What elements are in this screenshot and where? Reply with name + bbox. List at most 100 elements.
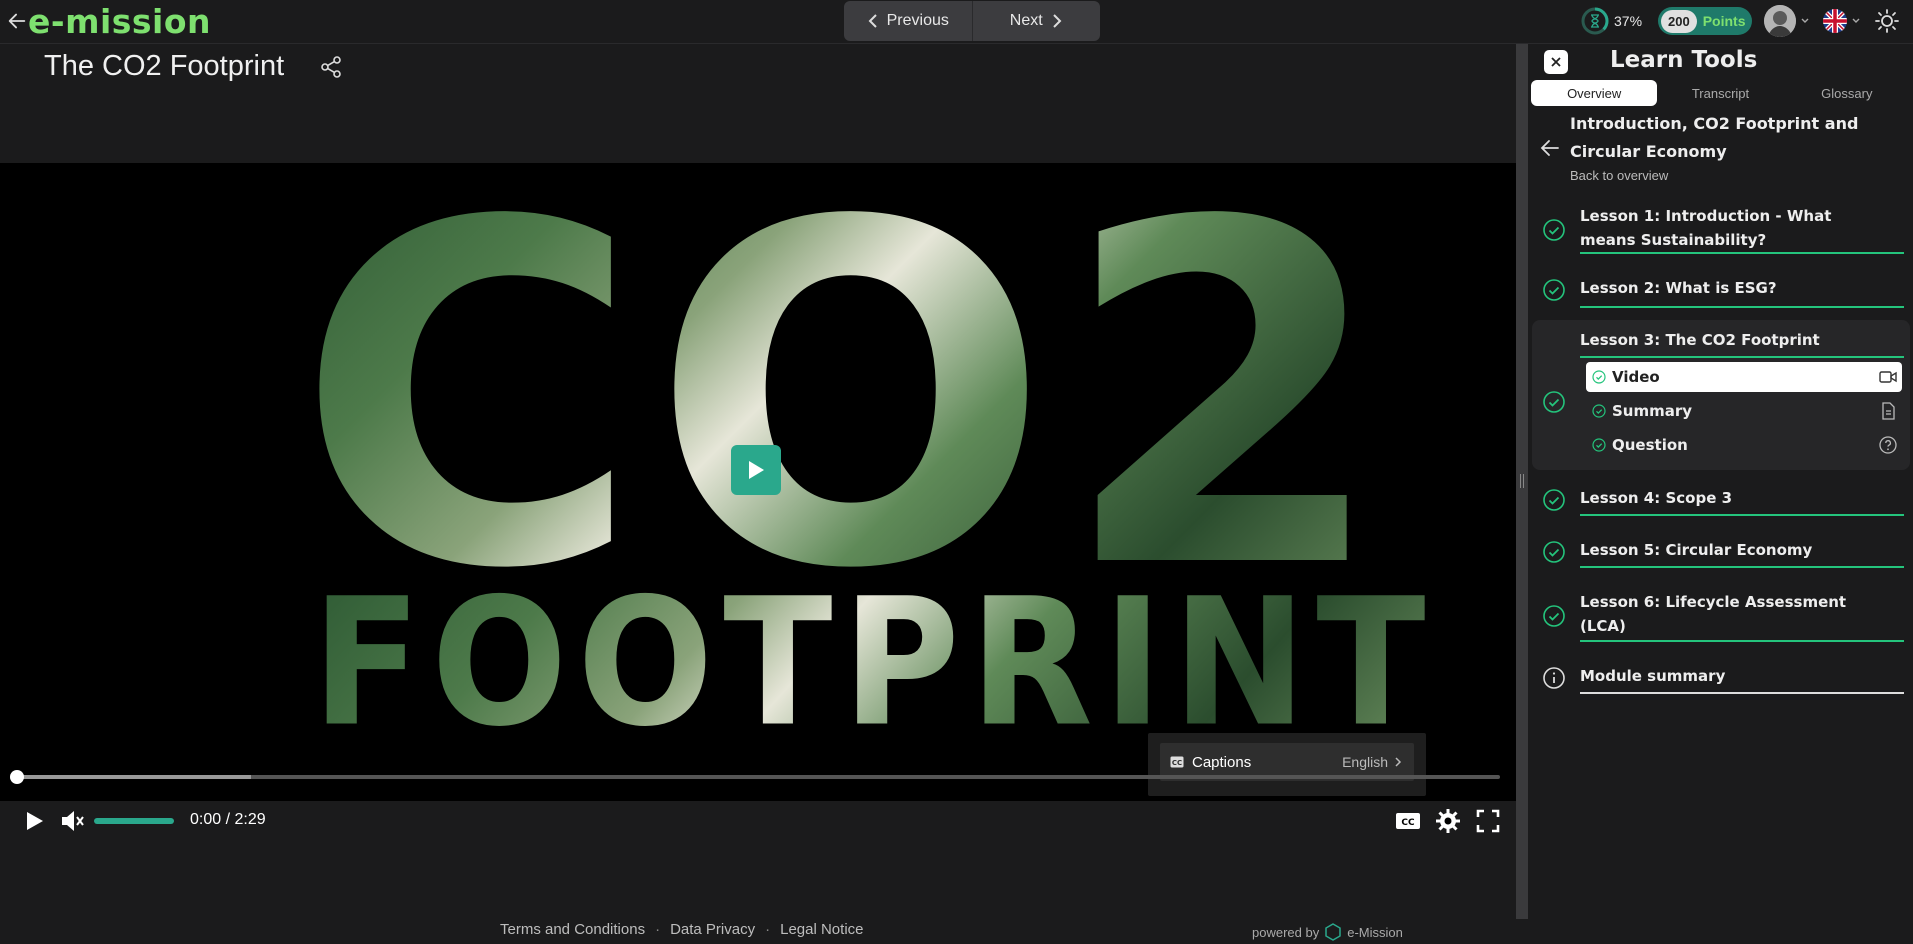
info-icon [1543,667,1565,689]
splitter-handle[interactable] [1520,474,1524,488]
previous-label: Previous [886,12,949,29]
sub-item-label: Question [1612,436,1688,454]
brand-logo-icon [1325,923,1341,941]
close-panel-button[interactable] [1544,50,1568,74]
sub-item-label: Summary [1612,402,1693,420]
share-icon[interactable] [318,54,344,80]
lesson-underline [1580,640,1904,642]
lesson-label: Module summary [1580,667,1726,685]
panel-tabs: Overview Transcript Glossary [1531,80,1910,106]
seek-buffered [16,775,251,779]
powered-by-label: powered by [1252,924,1320,940]
settings-icon[interactable] [1434,807,1462,835]
progress-percent: 37% [1614,13,1643,29]
video-frame-text-footprint: FOOTPRINT [312,559,1436,766]
fullscreen-icon[interactable] [1474,807,1502,835]
check-circle-icon [1543,279,1565,301]
captions-menu: CC Captions English [1148,733,1426,796]
main-content: The CO2 Footprint CO2 FOOTPRINT CC Capti… [0,44,1516,919]
video-player[interactable]: CO2 FOOTPRINT [0,163,1516,801]
lesson-label: Lesson 5: Circular Economy [1580,541,1813,559]
lesson-underline [1580,252,1904,254]
seek-handle[interactable] [10,770,24,784]
lesson-label: Lesson 3: The CO2 Footprint [1580,331,1820,349]
time-display: 0:00 / 2:29 [190,811,266,828]
captions-value: English [1342,754,1388,770]
check-circle-icon [1543,605,1565,627]
lesson-underline [1580,306,1904,308]
lesson-3-question-item[interactable]: Question [1586,430,1902,460]
check-circle-icon [1543,489,1565,511]
captions-label: Captions [1192,753,1252,771]
lesson-underline [1580,514,1904,516]
lesson-label: Lesson 2: What is ESG? [1580,279,1777,297]
lesson-label: Lesson 6: Lifecycle Assessment (LCA) [1580,593,1847,635]
check-circle-icon [1543,541,1565,563]
question-icon [1879,436,1897,454]
check-circle-icon [1592,404,1606,418]
panel-splitter[interactable] [1516,44,1528,919]
legal-notice-link[interactable]: Legal Notice [780,921,863,938]
points-badge[interactable]: 200 Points [1658,7,1752,35]
lesson-underline [1580,692,1904,694]
volume-muted-icon[interactable] [58,807,86,835]
svg-text:CC: CC [1172,759,1182,767]
lesson-label: Lesson 4: Scope 3 [1580,489,1733,507]
seek-bar[interactable] [10,770,1500,784]
logo[interactable]: e-mission [28,2,211,41]
footer-links: Terms and Conditions · Data Privacy · Le… [500,921,864,938]
powered-by: powered by e-Mission [1252,923,1403,941]
lesson-3-summary-item[interactable]: Summary [1586,396,1902,426]
check-circle-icon [1592,438,1606,452]
back-to-overview-link[interactable]: Back to overview [1570,168,1890,183]
chevron-down-icon[interactable] [1851,16,1861,26]
check-circle-icon [1592,370,1606,384]
chevron-down-icon[interactable] [1800,16,1810,26]
course-header: Introduction, CO2 Footprint and Circular… [1570,110,1890,183]
check-circle-icon [1543,219,1565,241]
terms-link[interactable]: Terms and Conditions [500,921,645,938]
footer-separator: · [765,921,771,938]
page-title: The CO2 Footprint [44,50,285,82]
svg-text:CC: CC [1401,818,1415,828]
lesson-nav: Previous Next [844,1,1100,41]
footer: Terms and Conditions · Data Privacy · Le… [0,919,1516,944]
sun-icon[interactable] [1874,8,1900,34]
avatar[interactable] [1764,5,1796,37]
back-arrow-icon[interactable] [6,10,28,32]
previous-button[interactable]: Previous [844,1,972,41]
powered-by-brand[interactable]: e-Mission [1347,925,1403,940]
play-overlay-button[interactable] [731,445,781,495]
progress-ring-icon [1581,7,1609,35]
captions-icon[interactable]: CC [1394,807,1422,835]
video-icon [1879,371,1897,383]
top-bar: e-mission Previous Next 37% 200 Points [0,0,1913,44]
points-label: Points [1702,13,1746,29]
chevron-right-icon [1395,757,1402,767]
tab-overview[interactable]: Overview [1531,80,1658,106]
footer-separator: · [655,921,661,938]
next-label: Next [1009,12,1043,29]
play-icon [749,461,764,479]
learn-tools-panel: Learn Tools Overview Transcript Glossary… [1528,44,1913,944]
video-controls: 0:00 / 2:29 CC [0,799,1516,843]
uk-flag-icon[interactable] [1823,9,1847,33]
next-button[interactable]: Next [971,1,1101,41]
course-title: Introduction, CO2 Footprint and Circular… [1570,114,1859,161]
privacy-link[interactable]: Data Privacy [670,921,755,938]
back-to-overview-icon[interactable] [1538,136,1562,160]
lesson-underline [1580,356,1904,358]
tab-transcript[interactable]: Transcript [1657,80,1783,106]
captions-icon: CC [1170,756,1184,768]
lesson-3-video-item[interactable]: Video [1586,362,1902,392]
panel-title: Learn Tools [1610,47,1758,73]
play-icon[interactable] [20,807,48,835]
volume-slider[interactable] [94,818,174,824]
chevron-left-icon [868,14,877,28]
chevron-right-icon [1052,14,1062,28]
points-value: 200 [1661,9,1697,33]
close-icon [1551,57,1561,67]
sub-item-label: Video [1612,368,1660,386]
document-icon [1882,402,1895,420]
tab-glossary[interactable]: Glossary [1784,80,1910,106]
